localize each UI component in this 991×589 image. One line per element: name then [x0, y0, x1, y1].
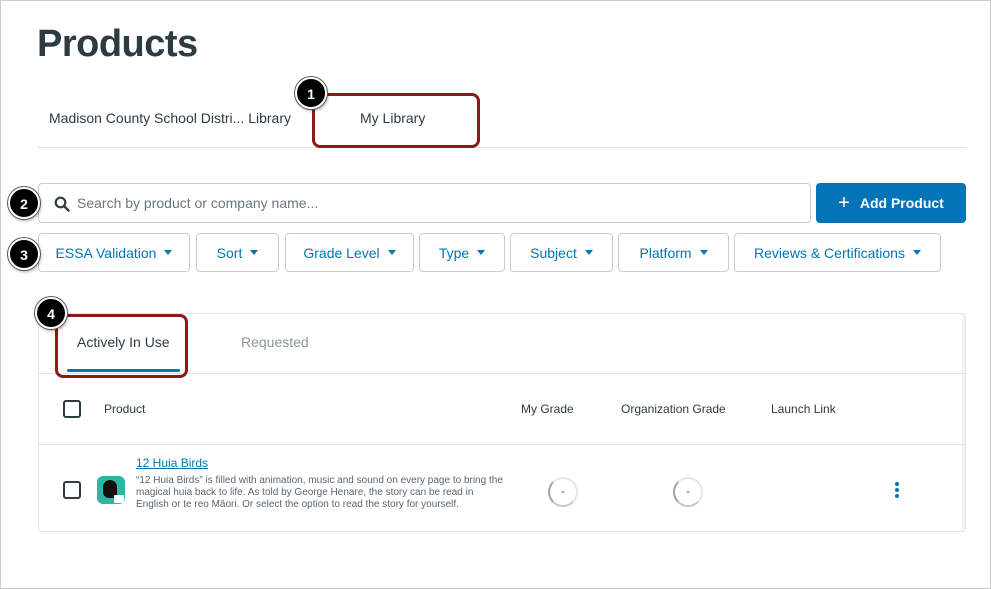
caret-down-icon — [699, 250, 708, 255]
column-header-my-grade: My Grade — [521, 402, 574, 416]
filter-grade-level[interactable]: Grade Level — [285, 233, 414, 272]
add-product-label: Add Product — [859, 195, 944, 211]
callout-badge-1: 1 — [295, 77, 327, 109]
filter-label: Subject — [530, 244, 577, 261]
filter-label: Type — [438, 244, 470, 261]
filter-label: Grade Level — [303, 244, 380, 261]
row-checkbox[interactable] — [63, 481, 81, 499]
tabs-divider — [37, 147, 966, 148]
column-header-organization-grade: Organization Grade — [621, 402, 726, 416]
caret-down-icon — [164, 250, 173, 255]
callout-badge-4: 4 — [35, 297, 67, 329]
caret-down-icon — [387, 250, 396, 255]
search-box[interactable] — [38, 183, 811, 223]
caret-down-icon — [477, 250, 486, 255]
page-title: Products — [37, 23, 198, 65]
caret-down-icon — [584, 250, 593, 255]
filter-subject[interactable]: Subject — [510, 233, 613, 272]
column-header-launch-link: Launch Link — [771, 402, 836, 416]
caret-down-icon — [250, 250, 259, 255]
tab-requested[interactable]: Requested — [241, 334, 309, 350]
window-frame: Products Madison County School Distri...… — [0, 0, 991, 589]
plus-icon: + — [838, 192, 850, 214]
more-options-icon[interactable] — [894, 482, 900, 498]
filter-label: ESSA Validation — [55, 244, 157, 261]
add-product-button[interactable]: + Add Product — [816, 183, 966, 223]
filter-type[interactable]: Type — [419, 233, 505, 272]
tab-district-library[interactable]: Madison County School Distri... Library — [49, 101, 291, 135]
product-description: “12 Huia Birds” is filled with animation… — [136, 475, 503, 510]
product-name-link[interactable]: 12 Huia Birds — [136, 456, 208, 470]
filter-sort[interactable]: Sort — [196, 233, 279, 272]
caret-down-icon — [912, 250, 921, 255]
filter-platform[interactable]: Platform — [618, 233, 729, 272]
filter-reviews-certifications[interactable]: Reviews & Certifications — [734, 233, 941, 272]
filter-label: Sort — [216, 244, 243, 261]
column-header-product: Product — [104, 402, 146, 416]
search-icon — [54, 196, 70, 212]
callout-badge-2: 2 — [8, 187, 40, 219]
filter-essa-validation[interactable]: ESSA Validation — [38, 233, 190, 272]
select-all-checkbox[interactable] — [63, 400, 81, 418]
callout-highlight-my-library — [312, 93, 480, 148]
callout-highlight-actively-in-use — [55, 314, 188, 378]
scrollbar[interactable] — [962, 314, 965, 531]
callout-badge-3: 3 — [8, 238, 40, 270]
organization-grade-indicator[interactable]: - — [673, 477, 703, 507]
filter-label: Reviews & Certifications — [754, 244, 905, 261]
my-grade-indicator[interactable]: - — [548, 477, 578, 507]
filter-label: Platform — [639, 244, 692, 261]
header-divider — [39, 444, 965, 445]
search-input[interactable] — [77, 185, 797, 221]
product-logo-icon — [97, 476, 125, 504]
